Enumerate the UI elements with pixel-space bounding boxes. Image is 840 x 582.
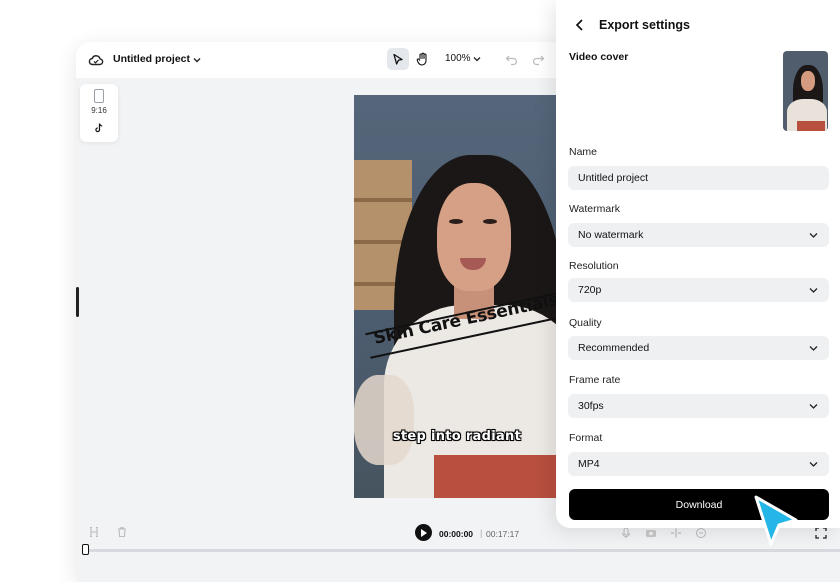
chevron-down-icon[interactable] bbox=[191, 54, 203, 66]
frame-rate-select[interactable]: 30fps bbox=[568, 394, 829, 418]
format-value: MP4 bbox=[578, 458, 600, 470]
frame-rate-value: 30fps bbox=[578, 400, 604, 412]
name-input[interactable]: Untitled project bbox=[568, 166, 829, 190]
aspect-ratio-label: 9:16 bbox=[91, 106, 107, 115]
redo-icon[interactable] bbox=[531, 52, 545, 66]
panel-resize-handle[interactable] bbox=[76, 287, 79, 317]
undo-icon[interactable] bbox=[505, 52, 519, 66]
camera-icon[interactable] bbox=[645, 527, 657, 539]
resolution-select[interactable]: 720p bbox=[568, 278, 829, 302]
timeline-track[interactable] bbox=[82, 549, 840, 552]
phone-ratio-icon bbox=[94, 89, 104, 103]
time-separator: | bbox=[480, 528, 483, 538]
export-settings-panel: Export settings Video cover Name Untitle… bbox=[556, 0, 840, 528]
chevron-down-icon bbox=[809, 462, 818, 467]
video-person-face bbox=[437, 183, 511, 291]
panel-title: Export settings bbox=[599, 18, 690, 32]
trash-icon[interactable] bbox=[116, 526, 128, 538]
watermark-select[interactable]: No watermark bbox=[568, 223, 829, 247]
resolution-value: 720p bbox=[578, 284, 602, 296]
zoom-level[interactable]: 100% bbox=[445, 53, 471, 64]
video-cover-thumbnail[interactable] bbox=[783, 51, 828, 131]
caption-text[interactable]: step into radiant bbox=[354, 429, 560, 444]
chevron-down-icon bbox=[809, 346, 818, 351]
hand-icon bbox=[416, 52, 427, 66]
split-icon[interactable] bbox=[88, 526, 100, 538]
quality-select[interactable]: Recommended bbox=[568, 336, 829, 360]
watermark-label: Watermark bbox=[569, 203, 620, 215]
video-cover-label: Video cover bbox=[569, 51, 629, 63]
audio-split-icon[interactable] bbox=[670, 527, 682, 539]
resolution-label: Resolution bbox=[569, 260, 619, 272]
format-label: Format bbox=[569, 432, 603, 444]
quality-value: Recommended bbox=[578, 342, 650, 354]
playhead-handle[interactable] bbox=[82, 544, 89, 555]
cursor-pointer-icon bbox=[754, 495, 798, 546]
zoom-out-icon[interactable] bbox=[695, 527, 707, 539]
chevron-down-icon bbox=[809, 288, 818, 293]
pointer-icon bbox=[393, 53, 403, 65]
chevron-down-icon bbox=[809, 404, 818, 409]
frame-rate-label: Frame rate bbox=[569, 374, 621, 386]
tiktok-icon bbox=[95, 123, 103, 133]
fullscreen-icon[interactable] bbox=[815, 527, 827, 539]
chevron-down-icon[interactable] bbox=[472, 53, 482, 65]
name-label: Name bbox=[569, 146, 598, 158]
hand-tool-button[interactable] bbox=[411, 48, 433, 70]
video-person-pants bbox=[434, 455, 560, 498]
chevron-down-icon bbox=[809, 233, 818, 238]
video-preview[interactable]: Skin Care Essentials step into radiant bbox=[354, 95, 560, 498]
watermark-value: No watermark bbox=[578, 229, 644, 241]
cloud-icon[interactable] bbox=[88, 52, 104, 68]
project-name[interactable]: Untitled project bbox=[113, 53, 190, 65]
total-time: 00:17:17 bbox=[486, 529, 520, 539]
current-time: 00:00:00 bbox=[439, 529, 474, 539]
back-arrow-icon[interactable] bbox=[574, 18, 586, 32]
select-tool-button[interactable] bbox=[387, 48, 409, 70]
quality-label: Quality bbox=[569, 317, 602, 329]
play-button[interactable] bbox=[415, 524, 432, 541]
format-select[interactable]: MP4 bbox=[568, 452, 829, 476]
video-person-hand bbox=[354, 375, 414, 465]
aspect-ratio-card[interactable]: 9:16 bbox=[80, 84, 118, 142]
name-value: Untitled project bbox=[578, 172, 649, 184]
mic-icon[interactable] bbox=[620, 527, 632, 539]
